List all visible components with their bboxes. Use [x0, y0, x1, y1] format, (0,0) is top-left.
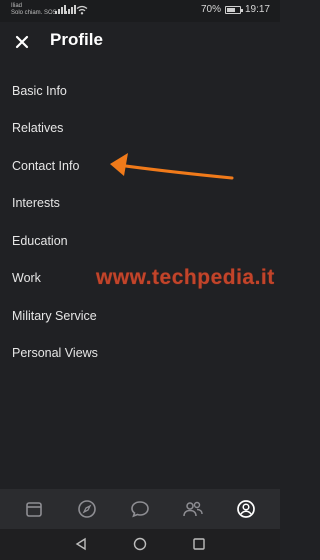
menu-item-label: Contact Info — [12, 158, 80, 173]
bottom-nav — [0, 489, 280, 529]
page-title: Profile — [50, 30, 103, 49]
carrier-name: Iliad — [11, 3, 23, 9]
signal-icon-2 — [65, 5, 76, 14]
chat-bubble-icon[interactable] — [126, 495, 154, 523]
back-icon[interactable] — [74, 537, 88, 551]
menu-item-basic-info[interactable]: Basic Info — [0, 72, 280, 110]
status-bar: Iliad Solo chiam. SOS 70% 19:17 — [0, 0, 280, 22]
menu-item-work[interactable]: Work — [0, 260, 280, 298]
recents-icon[interactable] — [192, 537, 206, 551]
battery-percent: 70% — [200, 4, 221, 15]
calendar-icon[interactable] — [20, 495, 48, 523]
menu-item-label: Basic Info — [12, 83, 67, 98]
menu-item-military-service[interactable]: Military Service — [0, 297, 280, 335]
compass-icon[interactable] — [73, 495, 101, 523]
battery-icon — [224, 5, 243, 14]
friends-icon[interactable] — [179, 495, 207, 523]
profile-menu: Basic Info Relatives Contact Info Intere… — [0, 72, 280, 372]
profile-icon[interactable] — [232, 495, 260, 523]
home-icon[interactable] — [133, 537, 147, 551]
carrier-status: Solo chiam. SOS — [11, 10, 57, 16]
menu-item-label: Work — [12, 271, 41, 286]
menu-item-label: Interests — [12, 196, 60, 211]
app-bar: Profile — [0, 22, 280, 62]
menu-item-education[interactable]: Education — [0, 222, 280, 260]
carrier-info: Iliad Solo chiam. SOS — [11, 3, 57, 17]
clock: 19:17 — [244, 4, 270, 15]
menu-item-label: Military Service — [12, 308, 97, 323]
menu-item-interests[interactable]: Interests — [0, 185, 280, 223]
menu-item-label: Personal Views — [12, 346, 98, 361]
close-icon[interactable] — [12, 32, 32, 52]
menu-item-label: Relatives — [12, 121, 64, 136]
wifi-icon — [76, 5, 88, 15]
menu-item-relatives[interactable]: Relatives — [0, 110, 280, 148]
system-nav — [0, 529, 280, 560]
menu-item-label: Education — [12, 233, 68, 248]
menu-item-personal-views[interactable]: Personal Views — [0, 335, 280, 373]
status-right: 70% 19:17 — [201, 4, 270, 15]
menu-item-contact-info[interactable]: Contact Info — [0, 147, 280, 185]
